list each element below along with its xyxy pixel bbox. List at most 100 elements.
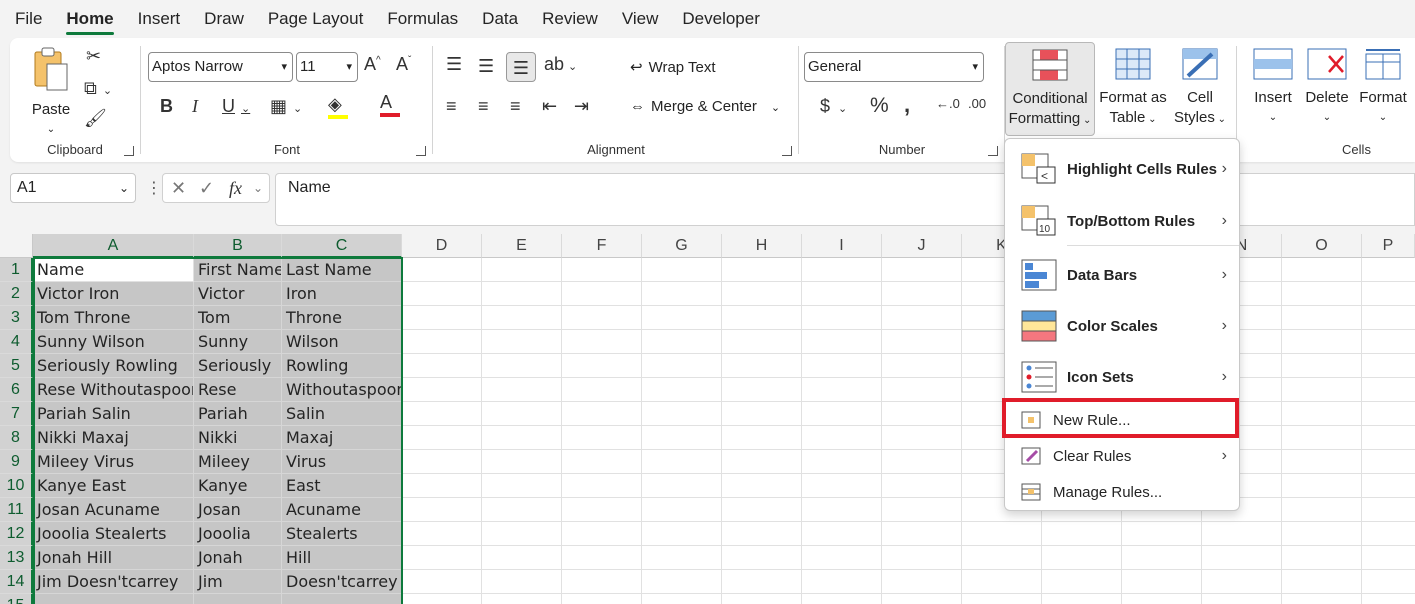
tab-data[interactable]: Data xyxy=(482,0,518,38)
tab-developer[interactable]: Developer xyxy=(682,0,760,38)
table-cell[interactable]: Stealerts xyxy=(282,522,402,546)
cell-c1[interactable]: Last Name xyxy=(282,258,402,282)
enter-icon[interactable]: ✓ xyxy=(199,174,214,202)
tab-home[interactable]: Home xyxy=(66,0,114,38)
font-name-combo[interactable]: Aptos Narrow ▾ xyxy=(148,52,293,82)
col-header-p[interactable]: P xyxy=(1362,234,1415,258)
conditional-formatting-button[interactable]: Conditional Formatting ⌄ xyxy=(1005,42,1095,136)
table-cell[interactable]: Rese xyxy=(194,378,282,402)
fx-icon[interactable]: fx xyxy=(229,174,242,202)
table-cell[interactable]: Kanye xyxy=(194,474,282,498)
decrease-decimal-icon[interactable]: .00 xyxy=(968,96,986,111)
number-format-combo[interactable]: General ▾ xyxy=(804,52,984,82)
cancel-icon[interactable]: ✕ xyxy=(171,174,186,202)
row-header[interactable]: 11 xyxy=(0,498,33,522)
formula-input[interactable]: Name xyxy=(275,173,1415,226)
table-cell[interactable]: Rese Withoutaspoon xyxy=(33,378,194,402)
table-cell[interactable]: Jooolia xyxy=(194,522,282,546)
table-cell[interactable]: Seriously xyxy=(194,354,282,378)
table-cell[interactable]: Withoutaspoon xyxy=(282,378,402,402)
select-all-corner[interactable] xyxy=(0,234,33,258)
clipboard-launcher-icon[interactable] xyxy=(124,146,134,156)
row-header[interactable]: 5 xyxy=(0,354,33,378)
align-top-icon[interactable]: ☰ xyxy=(446,54,462,75)
menu-item-data-bars[interactable]: Data Bars › xyxy=(1005,253,1239,297)
tab-review[interactable]: Review xyxy=(542,0,598,38)
table-cell[interactable]: Throne xyxy=(282,306,402,330)
increase-decimal-icon[interactable]: ←.0 xyxy=(936,96,960,111)
menu-item-color-scales[interactable]: Color Scales › xyxy=(1005,304,1239,348)
table-cell[interactable]: Sunny xyxy=(194,330,282,354)
name-box[interactable]: A1 ⌄ xyxy=(10,173,136,203)
row-header[interactable]: 9 xyxy=(0,450,33,474)
table-cell[interactable]: Jim Doesn'tcarrey xyxy=(33,570,194,594)
row-header[interactable]: 10 xyxy=(0,474,33,498)
format-painter-icon[interactable]: 🖌 xyxy=(84,108,107,129)
tab-draw[interactable]: Draw xyxy=(204,0,244,38)
menu-item-icon-sets[interactable]: Icon Sets › xyxy=(1005,355,1239,399)
menu-item-manage-rules[interactable]: Manage Rules... xyxy=(1005,477,1239,507)
cut-icon[interactable]: ✂ xyxy=(86,46,101,67)
empty-cells-area[interactable] xyxy=(402,258,1415,604)
menu-item-new-rule[interactable]: New Rule... xyxy=(1005,405,1239,435)
table-cell[interactable]: East xyxy=(282,474,402,498)
row-header[interactable]: 8 xyxy=(0,426,33,450)
font-size-combo[interactable]: 11 ▾ xyxy=(296,52,358,82)
col-header-h[interactable]: H xyxy=(722,234,802,258)
percent-icon[interactable]: % xyxy=(870,94,889,118)
row-header[interactable]: 15 xyxy=(0,594,33,604)
table-cell[interactable]: Sunny Wilson xyxy=(33,330,194,354)
table-cell[interactable]: Kanye East xyxy=(33,474,194,498)
table-cell[interactable]: Doesn'tcarrey xyxy=(282,570,402,594)
insert-cells-button[interactable]: Insert ⌄ xyxy=(1248,48,1298,128)
row-header[interactable]: 13 xyxy=(0,546,33,570)
wrap-text-button[interactable]: ↩ Wrap Text xyxy=(630,58,716,76)
table-cell[interactable]: Jonah xyxy=(194,546,282,570)
table-cell[interactable]: Mileey xyxy=(194,450,282,474)
paste-button[interactable]: Paste ⌄ xyxy=(26,46,76,140)
row-header[interactable]: 2 xyxy=(0,282,33,306)
row-header[interactable]: 12 xyxy=(0,522,33,546)
table-cell[interactable]: Victor xyxy=(194,282,282,306)
col-header-c[interactable]: C xyxy=(282,234,402,258)
font-color-icon[interactable]: A xyxy=(380,92,400,117)
col-header-f[interactable]: F xyxy=(562,234,642,258)
italic-icon[interactable]: I xyxy=(192,96,198,117)
tab-insert[interactable]: Insert xyxy=(138,0,181,38)
merge-center-button[interactable]: ⇔ Merge & Center ⌄ xyxy=(630,98,780,115)
tab-formulas[interactable]: Formulas xyxy=(387,0,458,38)
menu-item-top-bottom-rules[interactable]: 10 Top/Bottom Rules › xyxy=(1005,199,1239,243)
col-header-e[interactable]: E xyxy=(482,234,562,258)
col-header-d[interactable]: D xyxy=(402,234,482,258)
table-cell[interactable]: Jim xyxy=(194,570,282,594)
decrease-font-icon[interactable]: Aˇ xyxy=(396,54,411,75)
align-bottom-icon[interactable]: ☰ xyxy=(506,52,536,82)
row-header[interactable]: 3 xyxy=(0,306,33,330)
table-cell[interactable]: Acuname xyxy=(282,498,402,522)
comma-icon[interactable]: , xyxy=(904,92,910,118)
currency-icon[interactable]: $ ⌄ xyxy=(820,96,847,117)
row-header[interactable]: 14 xyxy=(0,570,33,594)
alignment-launcher-icon[interactable] xyxy=(782,146,792,156)
align-center-icon[interactable]: ≡ xyxy=(478,96,489,117)
col-header-j[interactable]: J xyxy=(882,234,962,258)
table-cell[interactable]: Josan xyxy=(194,498,282,522)
format-cells-button[interactable]: Format ⌄ xyxy=(1356,48,1410,128)
table-cell[interactable]: Jooolia Stealerts xyxy=(33,522,194,546)
table-cell[interactable]: Wilson xyxy=(282,330,402,354)
increase-indent-icon[interactable]: ⇥ xyxy=(574,96,589,117)
table-cell[interactable]: Hill xyxy=(282,546,402,570)
align-right-icon[interactable]: ≡ xyxy=(510,96,521,117)
menu-item-clear-rules[interactable]: Clear Rules › xyxy=(1005,441,1239,471)
table-cell[interactable] xyxy=(33,594,194,604)
col-header-a[interactable]: A xyxy=(33,234,194,258)
col-header-o[interactable]: O xyxy=(1282,234,1362,258)
cell-a1[interactable]: Name xyxy=(33,258,194,282)
bold-icon[interactable]: B xyxy=(160,96,173,117)
cell-b1[interactable]: First Name xyxy=(194,258,282,282)
align-middle-icon[interactable]: ☰ xyxy=(478,56,494,77)
table-cell[interactable]: Nikki Maxaj xyxy=(33,426,194,450)
table-cell[interactable]: Victor Iron xyxy=(33,282,194,306)
table-cell[interactable]: Seriously Rowling xyxy=(33,354,194,378)
copy-icon[interactable]: ⧉ ⌄ xyxy=(84,78,112,99)
